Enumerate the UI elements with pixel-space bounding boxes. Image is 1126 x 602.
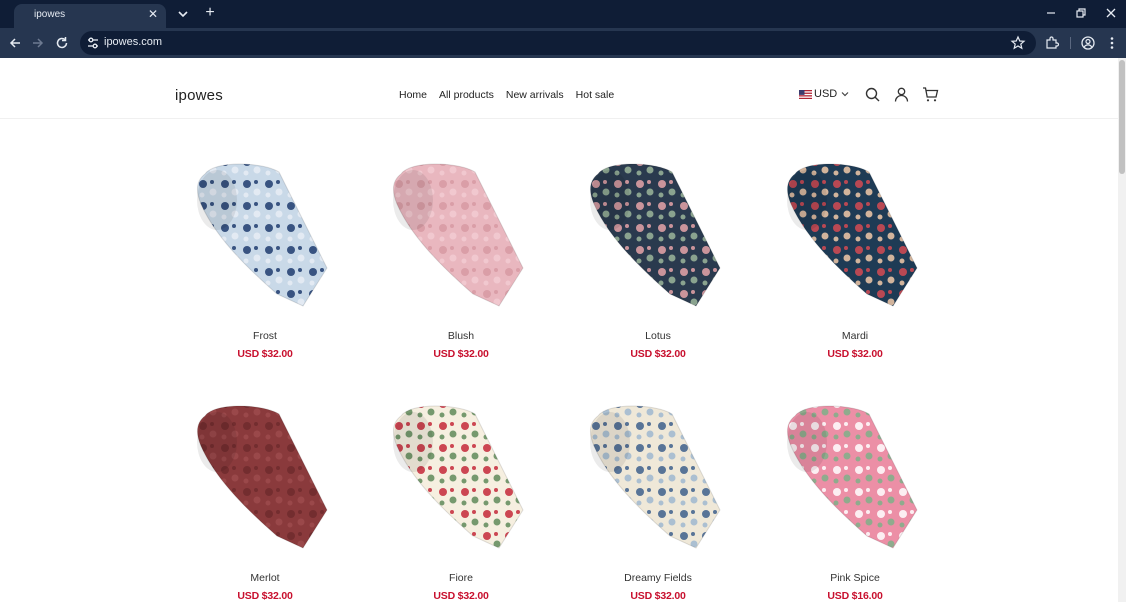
nav-all-products[interactable]: All products [439,89,494,101]
kebab-menu-icon[interactable] [1104,35,1120,51]
tab-search-chevron-icon[interactable] [176,7,190,21]
site-logo[interactable]: ipowes [175,87,223,104]
product-name[interactable]: Fiore [371,572,551,584]
product-price: USD $32.00 [433,590,489,602]
new-tab-plus-icon[interactable]: + [203,5,217,21]
site-info-icon[interactable] [85,35,101,51]
product-price: USD $32.00 [827,348,883,360]
browser-tab-strip: ipowes ✕ + [0,0,1126,28]
product-name[interactable]: Frost [175,330,355,342]
currency-label: USD [814,88,838,100]
tab-close-icon[interactable]: ✕ [146,7,160,21]
product-price: USD $32.00 [630,348,686,360]
site-header: ipowes Home All products New arrivals Ho… [0,58,1118,119]
product-name[interactable]: Lotus [568,330,748,342]
product-name[interactable]: Blush [371,330,551,342]
product-name[interactable]: Merlot [175,572,355,584]
product-image[interactable] [371,156,551,316]
url-text[interactable]: ipowes.com [104,36,162,48]
close-window-icon[interactable] [1104,6,1118,20]
minimize-icon[interactable] [1044,6,1058,20]
scrollbar-thumb[interactable] [1119,60,1125,174]
profile-icon[interactable] [1080,35,1096,51]
product-price: USD $32.00 [237,590,293,602]
product-price: USD $32.00 [630,590,686,602]
product-name[interactable]: Pink Spice [765,572,945,584]
address-bar[interactable]: ipowes.com [80,31,1036,55]
currency-selector[interactable]: USD [799,88,851,100]
search-icon[interactable] [864,86,881,103]
toolbar-divider [1070,37,1071,49]
product-image[interactable] [371,398,551,558]
restore-icon[interactable] [1074,6,1088,20]
web-page: ipowes Home All products New arrivals Ho… [0,58,1118,602]
cart-icon[interactable] [922,86,939,103]
extensions-puzzle-icon[interactable] [1044,35,1060,51]
tab-title: ipowes [34,9,66,20]
nav-new-arrivals[interactable]: New arrivals [506,89,564,101]
product-image[interactable] [175,156,355,316]
back-arrow-icon[interactable] [7,35,23,51]
nav-hot-sale[interactable]: Hot sale [576,89,615,101]
browser-toolbar: ipowes.com [0,28,1126,58]
product-image[interactable] [568,156,748,316]
product-image[interactable] [175,398,355,558]
us-flag-icon [799,89,812,99]
nav-home[interactable]: Home [399,89,427,101]
product-image[interactable] [568,398,748,558]
product-image[interactable] [765,398,945,558]
product-price: USD $32.00 [433,348,489,360]
account-icon[interactable] [893,86,910,103]
browser-tab[interactable]: ipowes ✕ [14,4,166,28]
product-name[interactable]: Dreamy Fields [568,572,748,584]
chevron-down-icon [841,92,849,97]
reload-icon[interactable] [54,35,70,51]
product-price: USD $16.00 [827,590,883,602]
bookmark-star-icon[interactable] [1010,35,1026,51]
product-image[interactable] [765,156,945,316]
main-nav: Home All products New arrivals Hot sale [399,89,614,101]
forward-arrow-icon[interactable] [30,35,46,51]
product-name[interactable]: Mardi [765,330,945,342]
product-price: USD $32.00 [237,348,293,360]
page-scrollbar[interactable] [1118,58,1126,602]
